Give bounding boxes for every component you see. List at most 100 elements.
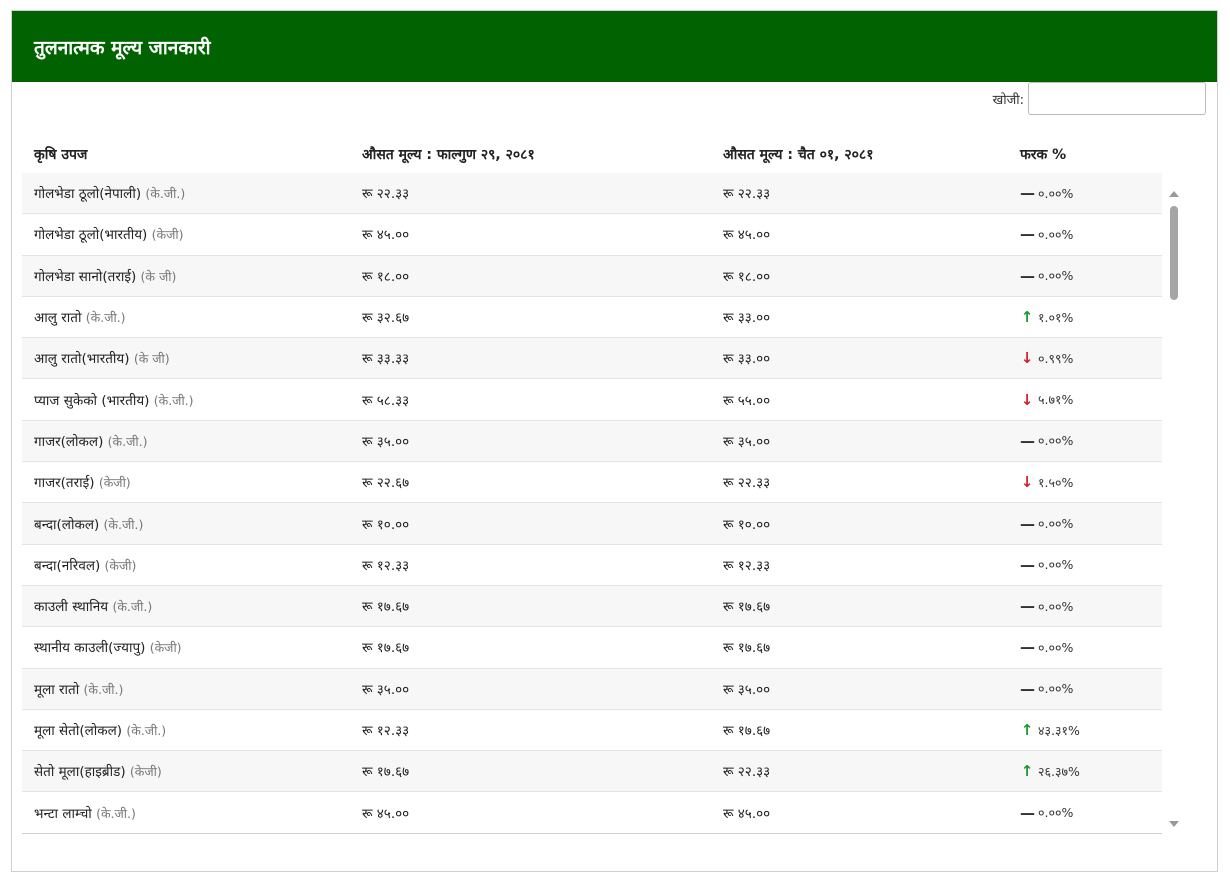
price-current: रू २२.३३ — [723, 475, 771, 492]
table-row: स्थानीय काउली(ज्यापु) (केजी) रू १७.६७ रू १… — [22, 627, 1162, 669]
price-previous: रू १२.३३ — [362, 723, 410, 739]
crop-name: काउली स्थानिय — [34, 599, 109, 616]
panel-header: तुलनात्मक मूल्य जानकारी — [12, 11, 1217, 82]
column-header-difference[interactable]: फरक % — [1020, 145, 1162, 164]
dash-icon: — — [1020, 184, 1035, 203]
arrow-up-icon: ↑ — [1020, 721, 1034, 739]
table-row: गाजर(लोकल) (के.जी.) रू ३५.०० रू ३५.०० —०.००… — [22, 420, 1162, 463]
difference-value: ०.००% — [1038, 681, 1074, 697]
difference-value: ०.००% — [1038, 185, 1074, 201]
crop-name: मूला सेतो(लोकल) — [34, 723, 123, 739]
crop-name: गोलभेडा ठूलो(नेपाली) — [34, 186, 142, 203]
crop-cell: आलु रातो(भारतीय) (के जी) — [22, 349, 352, 367]
crop-cell: मूला सेतो(लोकल) (के.जी.) — [22, 721, 352, 739]
scroll-thumb[interactable] — [1170, 206, 1178, 300]
price-current: रू १७.६७ — [723, 599, 771, 616]
price-previous: रू १७.६७ — [362, 599, 410, 616]
crop-cell: सेतो मूला(हाइब्रीड) (केजी) — [22, 762, 352, 780]
crop-name: स्थानीय काउली(ज्यापु) — [34, 640, 146, 657]
search-label: खोजी: — [992, 92, 1024, 108]
dash-icon: — — [1020, 597, 1035, 616]
column-header-crop[interactable]: कृषि उपज — [22, 145, 352, 164]
price-current: रू ३३.०० — [723, 310, 771, 327]
arrow-down-icon: ↓ — [1020, 390, 1034, 409]
dash-icon: — — [1020, 679, 1035, 698]
difference-cell: —०.००% — [1020, 638, 1162, 656]
difference-value: ०.००% — [1038, 433, 1074, 449]
crop-unit: (के.जी.) — [96, 805, 136, 821]
difference-value: ०.००% — [1038, 226, 1074, 242]
scroll-up-icon[interactable] — [1169, 191, 1179, 197]
price-previous: रू ३५.०० — [362, 681, 410, 698]
search-row: खोजी: — [993, 82, 1206, 115]
price-current: रू २२.३३ — [723, 764, 771, 781]
scrollbar[interactable] — [1167, 182, 1181, 830]
crop-name: बन्दा(लोकल) — [34, 516, 100, 533]
crop-cell: गोलभेडा ठूलो(भारतीय) (केजी) — [22, 225, 352, 243]
price-current: रू ३५.०० — [723, 433, 771, 450]
price-previous: रू २२.६७ — [362, 475, 410, 492]
crop-unit: (केजी) — [129, 764, 162, 780]
crop-unit: (के.जी.) — [126, 723, 167, 738]
crop-unit: (केजी) — [149, 640, 182, 656]
difference-cell: ↓ ०.९९% — [1020, 349, 1162, 367]
scroll-down-icon[interactable] — [1169, 821, 1179, 827]
table-row: भन्टा लाम्चो (के.जी.) रू ४५.०० रू ४५.०० —०.… — [22, 792, 1162, 823]
difference-value: ०.००% — [1038, 598, 1074, 614]
crop-cell: गाजर(लोकल) (के.जी.) — [22, 432, 352, 450]
difference-value: ०.००% — [1038, 639, 1074, 655]
price-current: रू ३५.०० — [723, 681, 771, 698]
difference-cell: —०.००% — [1020, 184, 1162, 202]
price-previous: रू ४५.०० — [362, 805, 410, 822]
price-previous: रू १७.६७ — [362, 640, 410, 657]
table-row: बन्दा(लोकल) (के.जी.) रू १०.०० रू १०.०० —०.०… — [22, 503, 1162, 545]
crop-unit: (के.जी.) — [85, 310, 126, 326]
difference-value: ०.००% — [1038, 557, 1074, 573]
crop-unit: (के जी) — [133, 351, 170, 367]
table-row: सेतो मूला(हाइब्रीड) (केजी) रू १७.६७ रू २२.… — [22, 751, 1162, 793]
crop-cell: बन्दा(नरिवल) (केजी) — [22, 556, 352, 574]
crop-unit: (के.जी.) — [145, 186, 186, 202]
crop-cell: प्याज सुकेको (भारतीय) (के.जी.) — [22, 391, 352, 409]
arrow-up-icon: ↑ — [1020, 762, 1034, 781]
table-body: गोलभेडा ठूलो(नेपाली) (के.जी.) रू २२.३३ रू … — [22, 173, 1162, 823]
crop-unit: (के.जी.) — [112, 599, 153, 615]
crop-unit: (के जी) — [140, 268, 177, 284]
column-header-price-previous[interactable]: औसत मूल्य : फाल्गुण २९, २०८१ — [352, 145, 712, 164]
crop-unit: (के.जी.) — [83, 681, 124, 697]
table-row: बन्दा(नरिवल) (केजी) रू १२.३३ रू १२.३३ —०.००… — [22, 545, 1162, 586]
price-previous: रू १०.०० — [362, 516, 410, 533]
price-previous: रू ३५.०० — [362, 433, 410, 450]
price-previous: रू १७.६७ — [362, 764, 410, 781]
difference-cell: —०.००% — [1020, 432, 1162, 450]
table-row: गोलभेडा ठूलो(नेपाली) (के.जी.) रू २२.३३ रू … — [22, 173, 1162, 215]
price-current: रू ४५.०० — [723, 805, 771, 822]
difference-cell: —०.००% — [1020, 804, 1162, 822]
crop-cell: मूला रातो (के.जी.) — [22, 680, 352, 698]
difference-value: ०.००% — [1038, 516, 1074, 532]
crop-unit: (केजी) — [98, 475, 131, 491]
crop-cell: गोलभेडा सानो(तराई) (के जी) — [22, 267, 352, 285]
crop-name: आलु रातो(भारतीय) — [34, 351, 130, 368]
difference-cell: —०.००% — [1020, 556, 1162, 574]
difference-cell: ↑ ४३.३१% — [1020, 721, 1162, 739]
difference-cell: —०.००% — [1020, 515, 1162, 533]
difference-value: १.५०% — [1038, 474, 1074, 490]
dash-icon: — — [1020, 638, 1035, 657]
arrow-down-icon: ↓ — [1020, 473, 1034, 492]
table-row: मूला रातो (के.जी.) रू ३५.०० रू ३५.०० —०.००% — [22, 668, 1162, 710]
price-previous: रू ५८.३३ — [362, 392, 410, 409]
crop-cell: गोलभेडा ठूलो(नेपाली) (के.जी.) — [22, 184, 352, 202]
price-current: रू १७.६७ — [723, 640, 771, 657]
column-header-price-current[interactable]: औसत मूल्य : चैत ०१, २०८१ — [712, 145, 1020, 164]
difference-cell: —०.००% — [1020, 267, 1162, 285]
difference-value: ४३.३१% — [1038, 722, 1080, 738]
search-input[interactable] — [1028, 82, 1206, 115]
price-current: रू ५५.०० — [723, 392, 771, 409]
table-bottom-border — [22, 833, 1162, 834]
price-previous: रू ४५.०० — [362, 227, 410, 244]
difference-cell: ↓ ५.७१% — [1020, 391, 1162, 409]
price-previous: रू १२.३३ — [362, 557, 410, 574]
difference-cell: ↓ १.५०% — [1020, 473, 1162, 491]
dash-icon: — — [1020, 225, 1035, 244]
